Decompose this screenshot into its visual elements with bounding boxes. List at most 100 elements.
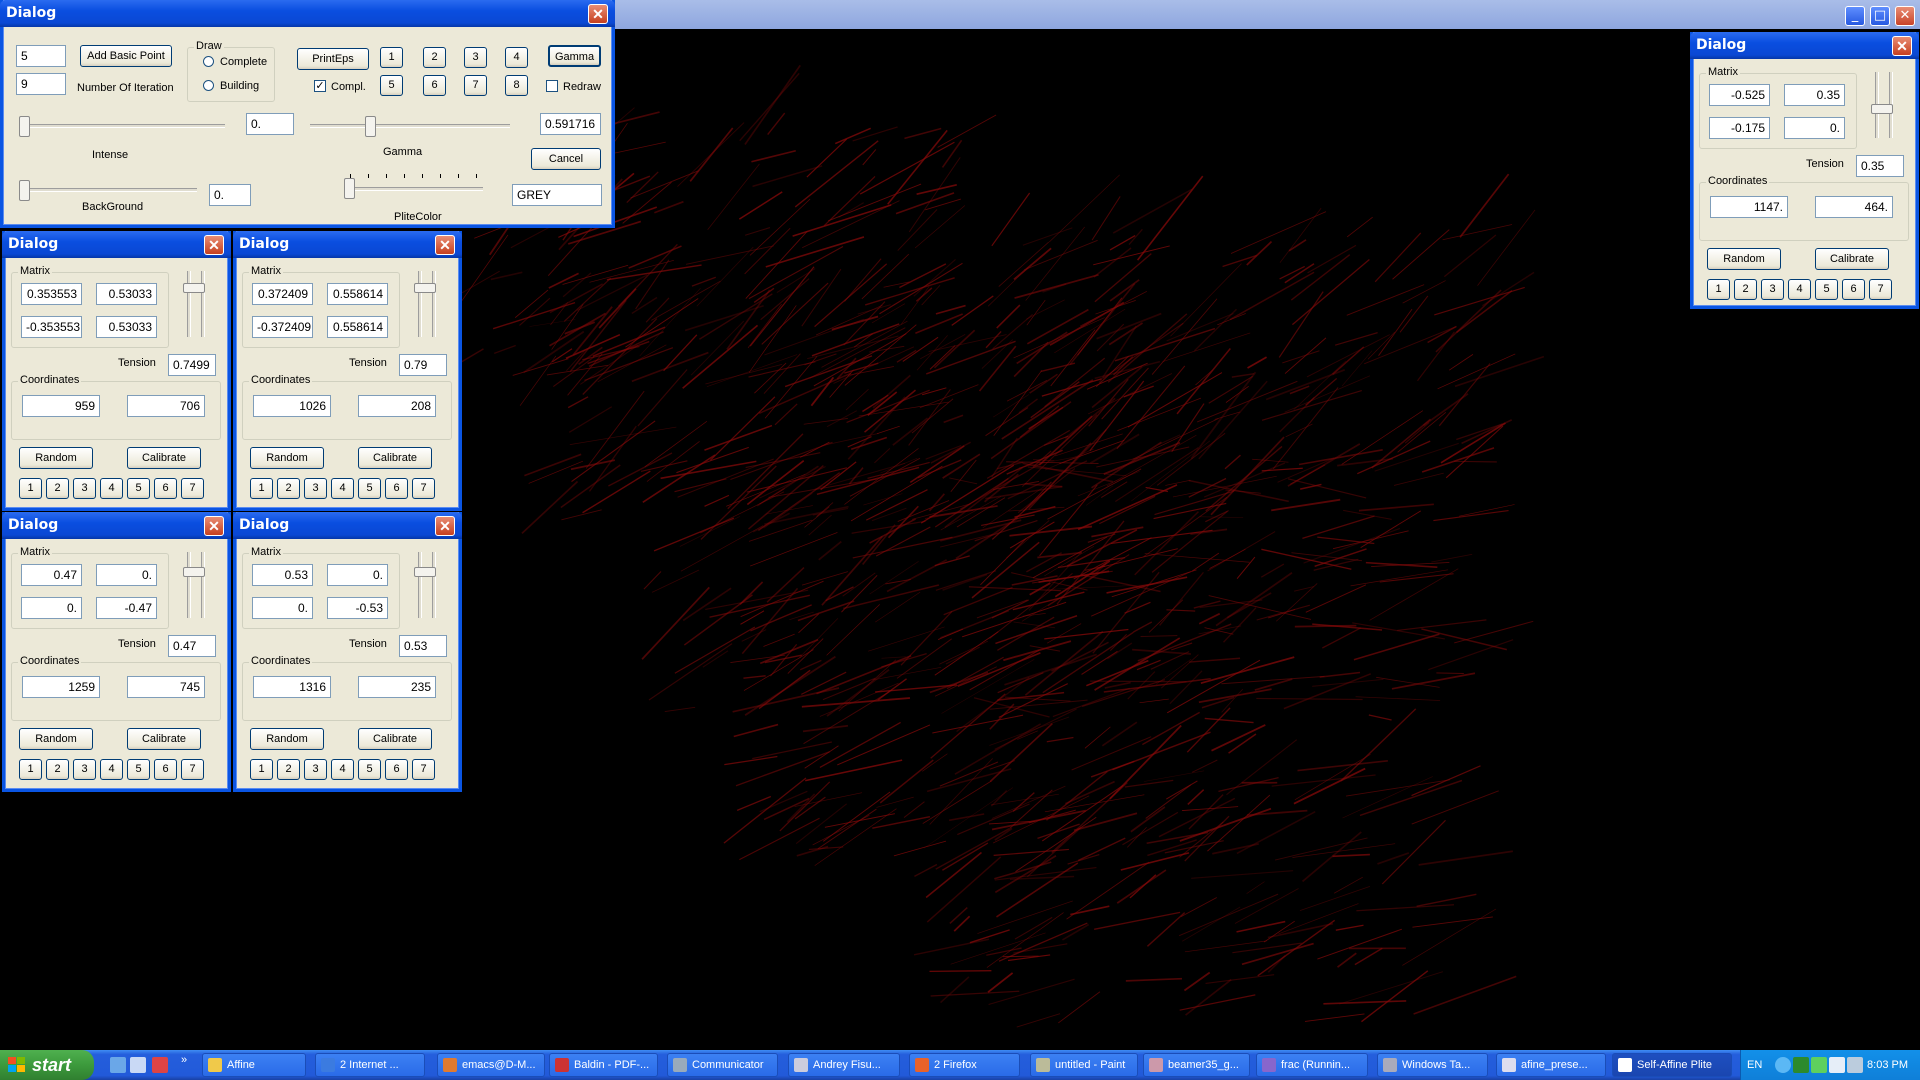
taskbar-item[interactable]: Andrey Fisu... <box>788 1053 900 1077</box>
building-radio[interactable] <box>203 80 214 91</box>
coord-y-input[interactable]: 208 <box>358 395 436 417</box>
taskbar-item[interactable]: frac (Runnin... <box>1256 1053 1368 1077</box>
preset-button-7[interactable]: 7 <box>181 478 204 499</box>
matrix-b-input[interactable]: 0. <box>327 564 388 586</box>
preset-button-7[interactable]: 7 <box>181 759 204 780</box>
matrix-b-input[interactable]: 0.558614 <box>327 283 388 305</box>
background-slider-thumb[interactable] <box>19 180 30 201</box>
gamma-input[interactable]: 0.591716 <box>540 113 601 135</box>
tension-vslider-thumb[interactable] <box>183 283 205 293</box>
iterations-input[interactable]: 9 <box>16 73 66 95</box>
quick-launch-icon-3[interactable] <box>152 1057 168 1073</box>
preset-button-3[interactable]: 3 <box>1761 279 1784 300</box>
calibrate-button[interactable]: Calibrate <box>358 447 432 469</box>
preset-button-3[interactable]: 3 <box>73 759 96 780</box>
random-button[interactable]: Random <box>250 728 324 750</box>
preset-button-4[interactable]: 4 <box>505 47 528 68</box>
preset-button-4[interactable]: 4 <box>331 478 354 499</box>
preset-button-8[interactable]: 8 <box>505 75 528 96</box>
tension-vslider-track-b[interactable] <box>201 552 205 618</box>
preset-button-1[interactable]: 1 <box>19 759 42 780</box>
tension-vslider-track-b[interactable] <box>201 271 205 337</box>
tension-input[interactable]: 0.47 <box>168 635 216 657</box>
tension-vslider-track-b[interactable] <box>432 552 436 618</box>
preset-button-6[interactable]: 6 <box>1842 279 1865 300</box>
quick-launch-chevron-icon[interactable]: » <box>181 1054 187 1066</box>
tension-input[interactable]: 0.35 <box>1856 155 1904 177</box>
preset-button-6[interactable]: 6 <box>385 478 408 499</box>
preset-button-6[interactable]: 6 <box>385 759 408 780</box>
preset-button-5[interactable]: 5 <box>1815 279 1838 300</box>
background-input[interactable]: 0. <box>209 184 251 206</box>
preset-button-3[interactable]: 3 <box>304 759 327 780</box>
redraw-checkbox[interactable] <box>546 80 558 92</box>
preset-button-1[interactable]: 1 <box>250 478 273 499</box>
plitecolor-input[interactable]: GREY <box>512 184 602 206</box>
taskbar-item[interactable]: emacs@D-M... <box>437 1053 545 1077</box>
affine-dialog-close-button[interactable]: ✕ <box>204 235 224 255</box>
preset-button-5[interactable]: 5 <box>127 759 150 780</box>
calibrate-button[interactable]: Calibrate <box>127 447 201 469</box>
matrix-d-input[interactable]: 0.558614 <box>327 316 388 338</box>
minimize-button[interactable]: _ <box>1845 6 1865 26</box>
calibrate-button[interactable]: Calibrate <box>127 728 201 750</box>
preset-button-6[interactable]: 6 <box>154 759 177 780</box>
tray-icon-1[interactable] <box>1775 1057 1791 1073</box>
random-button[interactable]: Random <box>19 728 93 750</box>
preset-button-2[interactable]: 2 <box>46 759 69 780</box>
coord-y-input[interactable]: 706 <box>127 395 205 417</box>
preset-button-6[interactable]: 6 <box>423 75 446 96</box>
matrix-c-input[interactable]: 0. <box>21 597 82 619</box>
preset-button-3[interactable]: 3 <box>464 47 487 68</box>
matrix-a-input[interactable]: 0.372409 <box>252 283 313 305</box>
quick-launch-icon-1[interactable] <box>110 1057 126 1073</box>
preset-button-7[interactable]: 7 <box>412 759 435 780</box>
coord-y-input[interactable]: 235 <box>358 676 436 698</box>
taskbar-item[interactable]: Communicator <box>667 1053 778 1077</box>
matrix-a-input[interactable]: 0.47 <box>21 564 82 586</box>
plitecolor-slider-thumb[interactable] <box>344 178 355 199</box>
matrix-a-input[interactable]: 0.353553 <box>21 283 82 305</box>
matrix-b-input[interactable]: 0. <box>96 564 157 586</box>
tray-icon-3[interactable] <box>1811 1057 1827 1073</box>
tension-vslider-track-a[interactable] <box>187 271 191 337</box>
preset-button-6[interactable]: 6 <box>154 478 177 499</box>
tension-vslider-thumb[interactable] <box>414 567 436 577</box>
preset-button-7[interactable]: 7 <box>412 478 435 499</box>
taskbar-item[interactable]: Affine <box>202 1053 306 1077</box>
affine-dialog-close-button[interactable]: ✕ <box>435 235 455 255</box>
tray-icon-5[interactable] <box>1847 1057 1863 1073</box>
matrix-d-input[interactable]: 0. <box>1784 117 1845 139</box>
tension-vslider-track-b[interactable] <box>432 271 436 337</box>
start-button[interactable]: start <box>0 1050 94 1080</box>
gamma-button[interactable]: Gamma <box>548 45 601 67</box>
preset-button-2[interactable]: 2 <box>46 478 69 499</box>
taskbar-item[interactable]: Windows Ta... <box>1377 1053 1488 1077</box>
matrix-a-input[interactable]: 0.53 <box>252 564 313 586</box>
close-button[interactable]: ✕ <box>1895 6 1915 26</box>
taskbar-item[interactable]: 2 Firefox <box>909 1053 1020 1077</box>
preset-button-4[interactable]: 4 <box>100 478 123 499</box>
random-button[interactable]: Random <box>250 447 324 469</box>
calibrate-button[interactable]: Calibrate <box>1815 248 1889 270</box>
preset-button-1[interactable]: 1 <box>19 478 42 499</box>
main-dialog-close-button[interactable]: ✕ <box>588 4 608 24</box>
taskbar-item[interactable]: untitled - Paint <box>1030 1053 1138 1077</box>
matrix-d-input[interactable]: -0.47 <box>96 597 157 619</box>
preset-button-7[interactable]: 7 <box>464 75 487 96</box>
matrix-b-input[interactable]: 0.53033 <box>96 283 157 305</box>
maximize-button[interactable]: □ <box>1870 6 1890 26</box>
gamma-slider-track[interactable] <box>310 124 510 128</box>
affine-dialog-close-button[interactable]: ✕ <box>1892 36 1912 56</box>
random-button[interactable]: Random <box>1707 248 1781 270</box>
matrix-c-input[interactable]: -0.175 <box>1709 117 1770 139</box>
preset-button-5[interactable]: 5 <box>380 75 403 96</box>
tension-vslider-track-a[interactable] <box>418 271 422 337</box>
compl-checkbox[interactable]: ✓ <box>314 80 326 92</box>
tension-input[interactable]: 0.79 <box>399 354 447 376</box>
background-slider-track[interactable] <box>19 188 197 192</box>
taskbar-item[interactable]: Self-Affine Plite <box>1612 1053 1732 1077</box>
matrix-c-input[interactable]: -0.372409 <box>252 316 313 338</box>
coord-y-input[interactable]: 464. <box>1815 196 1893 218</box>
preset-button-2[interactable]: 2 <box>423 47 446 68</box>
